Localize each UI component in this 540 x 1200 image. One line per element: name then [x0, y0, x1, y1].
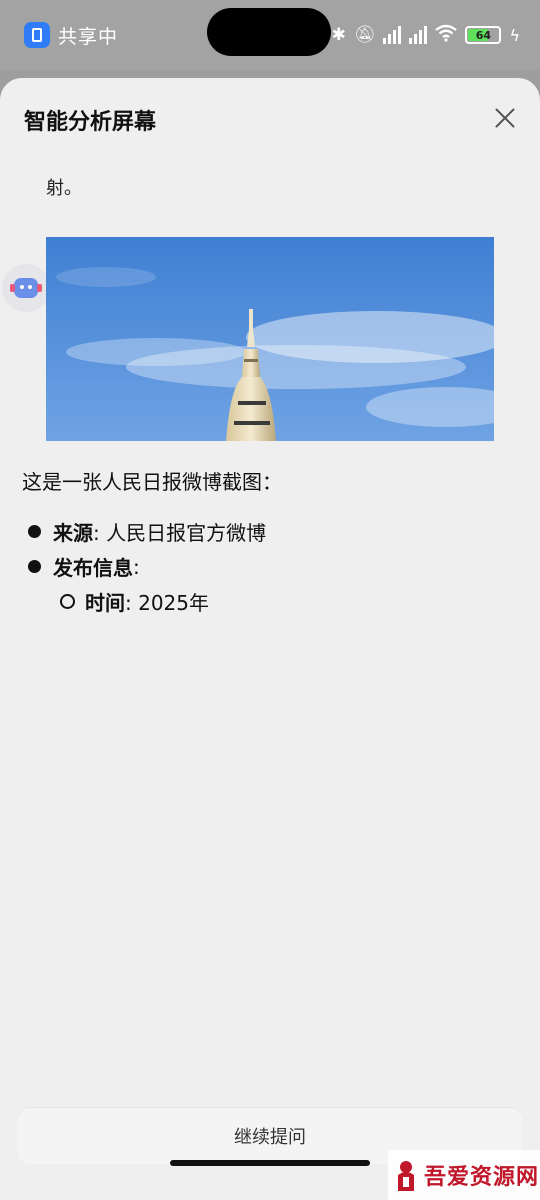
sub-list-item-value: : 2025年: [125, 591, 209, 615]
sub-list-item-label: 时间: [85, 591, 125, 615]
bullet-dot-icon: [28, 560, 41, 573]
sub-list-item: 时间 : 2025年: [28, 584, 508, 619]
battery-level: 64: [475, 28, 492, 42]
status-icons: ✱ 🔕︎ 64 ϟ: [332, 22, 520, 48]
analysis-list: 来源 : 人民日报官方微博 发布信息 : 时间 : 2025年: [28, 514, 508, 619]
bullet-circle-icon: [60, 594, 75, 609]
watermark-text: 吾爱资源网: [424, 1164, 540, 1190]
watermark: 吾爱资源网: [388, 1150, 540, 1200]
signal-icon: [383, 26, 402, 44]
analysis-sheet: 智能分析屏幕 射。 这是一张人民日报微博截图： 来源: 人民日报官方微博 发布…: [0, 78, 540, 1200]
charging-icon: ϟ: [509, 25, 520, 45]
assistant-robot-icon[interactable]: [2, 264, 50, 312]
screen-share-indicator[interactable]: 共享中: [24, 20, 118, 50]
analysis-intro-text: 这是一张人民日报微博截图：: [22, 470, 282, 494]
sheet-title: 智能分析屏幕: [24, 110, 157, 135]
list-item-label: 发布信息: [53, 556, 133, 580]
list-item-label: 来源: [53, 521, 93, 545]
list-item-value: :: [133, 554, 140, 579]
sheet-header: 智能分析屏幕: [0, 78, 540, 158]
list-item-value: : 人民日报官方微博: [93, 521, 267, 545]
list-item: 来源 : 人民日报官方微博: [28, 514, 508, 549]
camera-notch: [207, 8, 331, 56]
bullet-dot-icon: [28, 525, 41, 538]
status-bar: 共享中 ✱ 🔕︎ 64 ϟ: [0, 0, 540, 70]
bell-muted-icon: 🔕︎: [353, 24, 376, 45]
battery-icon: 64: [465, 26, 502, 44]
signal-icon: [409, 26, 428, 44]
bluetooth-icon: ✱: [331, 24, 346, 45]
rocket-launch-photo[interactable]: [46, 237, 494, 441]
previous-message-fragment: 射。: [46, 178, 82, 199]
home-indicator[interactable]: [170, 1160, 370, 1166]
close-button[interactable]: [490, 103, 520, 133]
list-item: 发布信息 :: [28, 549, 508, 584]
screen-share-label: 共享中: [58, 25, 119, 48]
watermark-logo-icon: [392, 1155, 420, 1195]
wifi-icon: [435, 24, 458, 46]
screen-share-icon: [24, 22, 50, 48]
